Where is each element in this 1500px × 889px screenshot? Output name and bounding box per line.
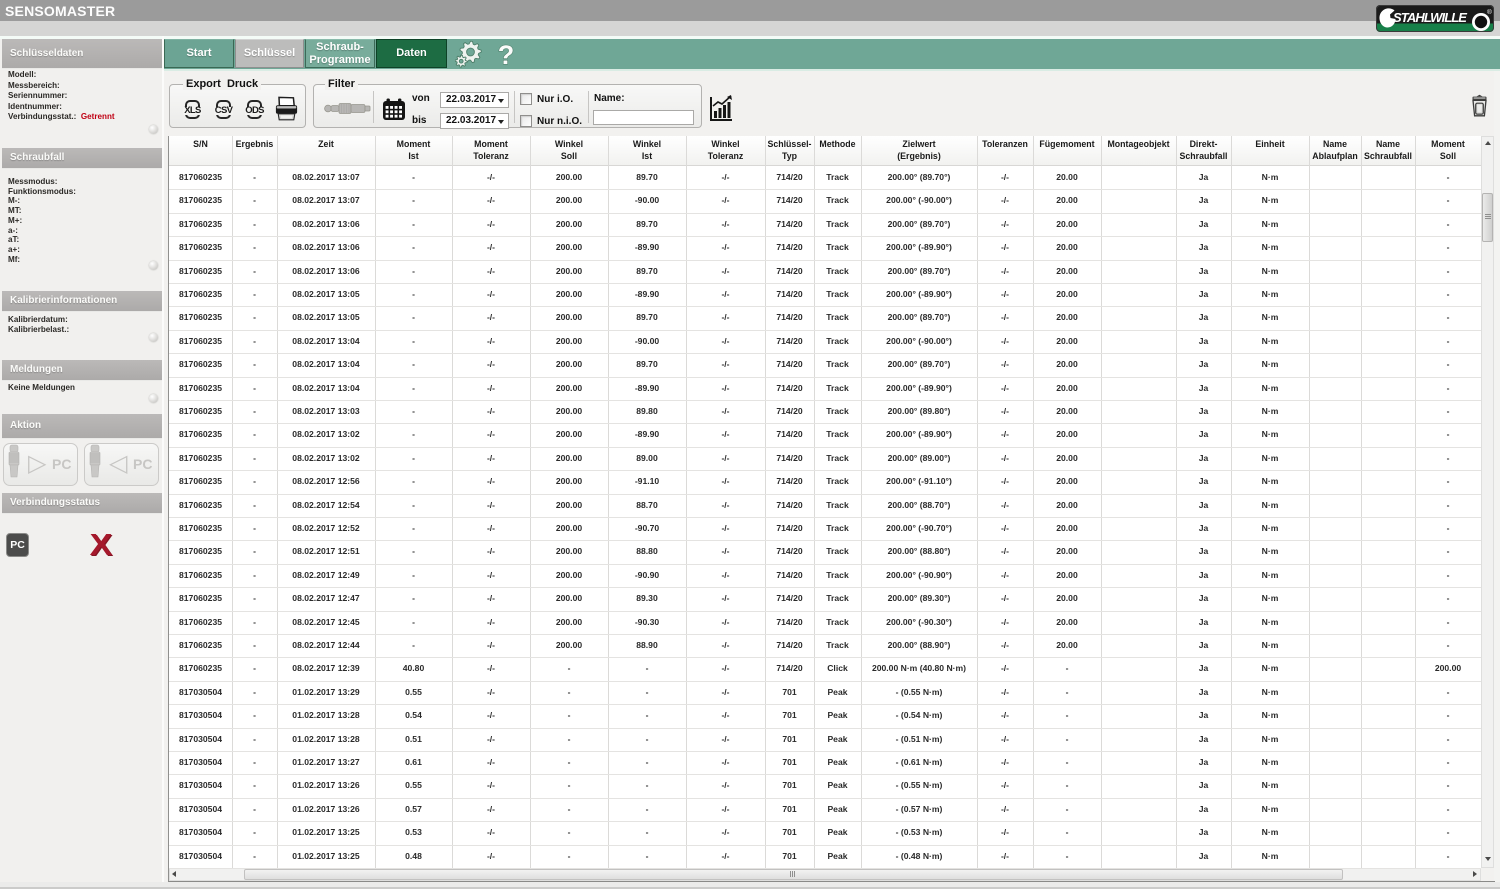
svg-text:STAHLWILLE: STAHLWILLE	[1393, 10, 1467, 25]
svg-text:?: ?	[498, 41, 515, 68]
svg-text:®: ®	[1487, 8, 1492, 16]
